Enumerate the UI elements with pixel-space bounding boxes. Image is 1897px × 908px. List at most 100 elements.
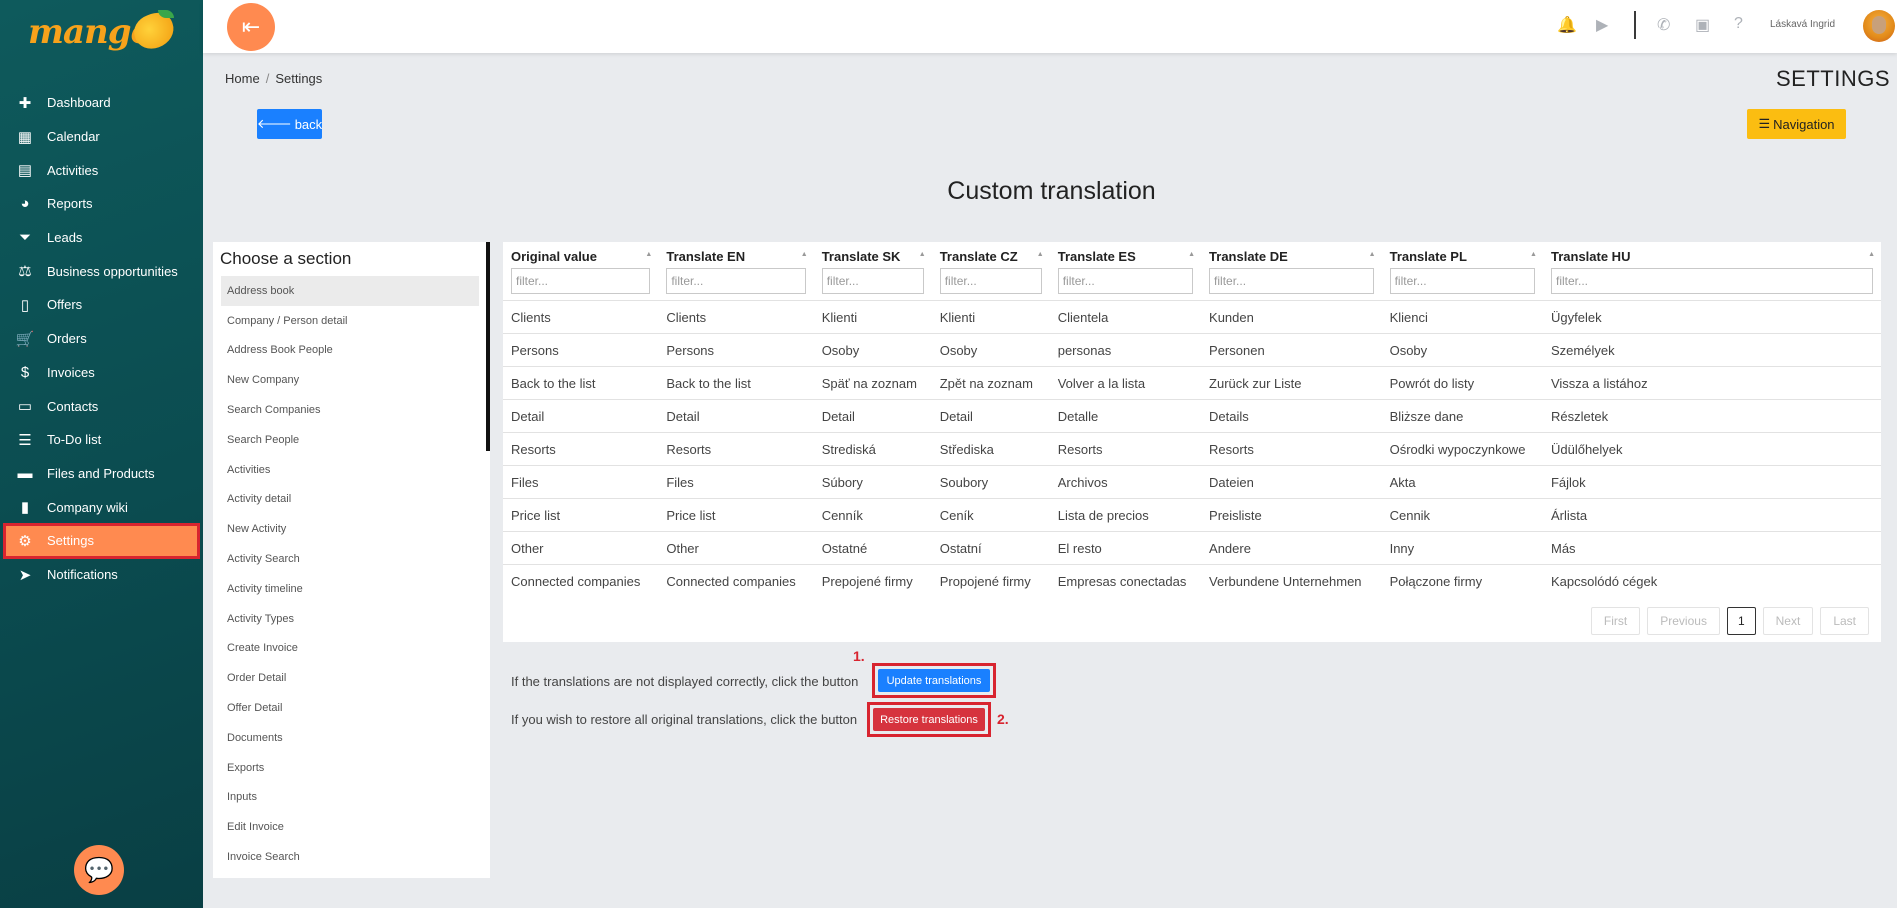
- table-row[interactable]: Resorts Resorts Strediská Střediska Resorts R…: [503, 432, 1881, 466]
- table-row[interactable]: Persons Persons Osoby Osoby personas Personen…: [503, 333, 1881, 367]
- pager-first[interactable]: First: [1590, 607, 1641, 635]
- column-filter-input[interactable]: [666, 268, 806, 294]
- table-cell: Ośrodki wypoczynkowe: [1381, 432, 1543, 466]
- table-cell: Price list: [658, 498, 814, 532]
- section-item[interactable]: Activity timeline: [221, 574, 479, 604]
- bell-icon[interactable]: 🔔: [1557, 15, 1577, 35]
- column-header[interactable]: Translate HU ▲: [1543, 242, 1881, 266]
- sort-icon[interactable]: ▲: [1037, 251, 1044, 258]
- section-item[interactable]: Company / Person detail: [221, 306, 479, 336]
- help-icon[interactable]: ?: [1734, 15, 1743, 33]
- sort-icon[interactable]: ▲: [645, 251, 652, 258]
- section-item[interactable]: Activities: [221, 455, 479, 485]
- sidebar-item-label: Files and Products: [47, 465, 155, 481]
- section-item[interactable]: Edit Invoice: [221, 812, 479, 842]
- table-row[interactable]: Price list Price list Cenník Ceník Lista de …: [503, 498, 1881, 532]
- sidebar-item-offers[interactable]: ▯ Offers: [0, 288, 203, 322]
- section-item[interactable]: Offer Detail: [221, 693, 479, 723]
- column-header[interactable]: Translate DE ▲: [1201, 242, 1382, 266]
- avatar[interactable]: [1863, 10, 1895, 42]
- sidebar-item-business-opportunities[interactable]: ⚖ Business opportunities: [0, 254, 203, 288]
- section-item[interactable]: Address book: [221, 276, 479, 306]
- section-item[interactable]: New Company: [221, 365, 479, 395]
- table-row[interactable]: Other Other Ostatné Ostatní El resto Andere In…: [503, 531, 1881, 565]
- table-row[interactable]: Back to the list Back to the list Späť na …: [503, 366, 1881, 400]
- sort-icon[interactable]: ▲: [1868, 251, 1875, 258]
- sidebar-item-to-do-list[interactable]: ☰ To-Do list: [0, 423, 203, 457]
- filter-cell: [658, 266, 813, 301]
- column-header[interactable]: Translate EN ▲: [658, 242, 813, 266]
- play-icon[interactable]: ▶: [1596, 15, 1608, 35]
- sidebar-item-calendar[interactable]: ▦ Calendar: [0, 120, 203, 154]
- user-name[interactable]: Láskavá Ingrid: [1770, 19, 1835, 30]
- sort-icon[interactable]: ▲: [1530, 251, 1537, 258]
- sort-icon[interactable]: ▲: [801, 251, 808, 258]
- section-scrollbar[interactable]: [486, 242, 490, 451]
- column-filter-input[interactable]: [1209, 268, 1374, 294]
- calendar-icon: ▦: [17, 128, 33, 146]
- sidebar-item-settings[interactable]: ⚙ Settings: [3, 522, 200, 559]
- pager-next[interactable]: Next: [1762, 607, 1814, 635]
- table-cell: Osoby: [931, 333, 1050, 367]
- section-item[interactable]: Address Book People: [221, 336, 479, 366]
- table-row[interactable]: Files Files Súbory Soubory Archivos Dateien Ak…: [503, 465, 1881, 499]
- update-translations-button[interactable]: Update translations: [878, 669, 990, 692]
- section-panel-title: Choose a section: [220, 249, 352, 268]
- sidebar-item-notifications[interactable]: ➤ Notifications: [0, 558, 203, 592]
- navigation-button[interactable]: ☰ Navigation: [1747, 109, 1846, 139]
- sidebar-item-files-and-products[interactable]: ▬ Files and Products: [0, 457, 203, 491]
- column-filter-input[interactable]: [1057, 268, 1194, 294]
- section-item[interactable]: Order Detail: [221, 663, 479, 693]
- sort-icon[interactable]: ▲: [1369, 251, 1376, 258]
- chat-button[interactable]: 💬: [74, 845, 124, 895]
- table-row[interactable]: Clients Clients Klienti Klienti Clientela Kun…: [503, 300, 1881, 334]
- column-header[interactable]: Original value ▲: [503, 242, 658, 266]
- section-item[interactable]: Search Companies: [221, 395, 479, 425]
- column-filter-input[interactable]: [939, 268, 1042, 294]
- breadcrumb-home[interactable]: Home: [225, 71, 260, 86]
- youtube-icon[interactable]: ▣: [1695, 15, 1710, 35]
- sidebar-item-leads[interactable]: ⏷ Leads: [0, 221, 203, 255]
- section-item[interactable]: Activity Search: [221, 544, 479, 574]
- section-item[interactable]: Invoice Search: [221, 842, 479, 872]
- mango-logo[interactable]: mango: [28, 8, 179, 54]
- menu-toggle-button[interactable]: ⇤: [227, 3, 275, 51]
- sidebar-item-dashboard[interactable]: ✚ Dashboard: [0, 86, 203, 120]
- column-filter-input[interactable]: [1550, 268, 1873, 294]
- section-item[interactable]: New Activity: [221, 514, 479, 544]
- column-header[interactable]: Translate SK ▲: [814, 242, 932, 266]
- column-filter-input[interactable]: [511, 268, 651, 294]
- sidebar-item-contacts[interactable]: ▭ Contacts: [0, 389, 203, 423]
- sort-icon[interactable]: ▲: [1188, 251, 1195, 258]
- column-filter-input[interactable]: [1389, 268, 1535, 294]
- column-header[interactable]: Translate ES ▲: [1050, 242, 1201, 266]
- sort-icon[interactable]: ▲: [919, 251, 926, 258]
- sidebar-item-invoices[interactable]: $ Invoices: [0, 356, 203, 390]
- column-header[interactable]: Translate CZ ▲: [932, 242, 1050, 266]
- sidebar-item-orders[interactable]: 🛒 Orders: [0, 322, 203, 356]
- section-item[interactable]: Create Invoice: [221, 634, 479, 664]
- section-item[interactable]: Activity detail: [221, 485, 479, 515]
- section-item[interactable]: Search People: [221, 425, 479, 455]
- sidebar-item-label: Notifications: [47, 567, 118, 583]
- pager-previous[interactable]: Previous: [1647, 607, 1720, 635]
- table-row[interactable]: Detail Detail Detail Detail Detalle Details Bl…: [503, 399, 1881, 433]
- sidebar-item-company-wiki[interactable]: ▮ Company wiki: [0, 490, 203, 524]
- phone-icon[interactable]: ✆: [1657, 15, 1670, 35]
- page-title: SETTINGS: [1775, 66, 1890, 91]
- table-cell: Clientela: [1049, 300, 1202, 334]
- restore-translations-button[interactable]: Restore translations: [873, 708, 985, 731]
- section-item[interactable]: Documents: [221, 723, 479, 753]
- table-cell: El resto: [1049, 531, 1202, 565]
- section-item[interactable]: Exports: [221, 753, 479, 783]
- sidebar: mango ✚ Dashboard ▦ Calendar ▤ Activities ◕ Rep…: [0, 0, 203, 908]
- pager-current-page[interactable]: 1: [1726, 607, 1756, 635]
- column-filter-input[interactable]: [821, 268, 924, 294]
- table-row[interactable]: Connected companies Connected companies Pr…: [503, 564, 1881, 598]
- column-header[interactable]: Translate PL ▲: [1382, 242, 1543, 266]
- back-button[interactable]: 🡐 back: [257, 109, 322, 139]
- section-item[interactable]: Inputs: [221, 783, 479, 813]
- section-item[interactable]: Activity Types: [221, 604, 479, 634]
- pager-last[interactable]: Last: [1820, 607, 1869, 635]
- section-item[interactable]: Orders: [221, 872, 479, 878]
